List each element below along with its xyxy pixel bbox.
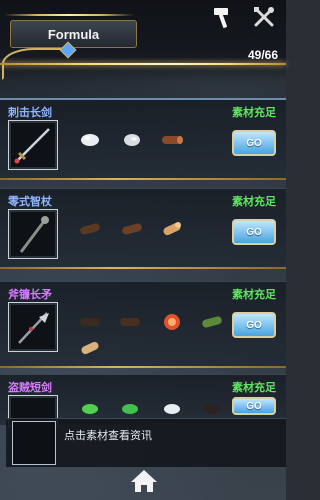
gold-ornament-divider [0, 63, 286, 65]
recipe-name: 零式智杖 [8, 195, 52, 208]
recipe-row[interactable]: 零式智杖 素材充足 GO [0, 188, 286, 269]
go-button[interactable]: GO [232, 397, 276, 415]
recipe-row[interactable]: 斧镰长矛 素材充足 GO [0, 281, 286, 368]
selected-material-slot[interactable] [12, 421, 56, 465]
material-status: 素材充足 [232, 106, 276, 119]
red-orb-icon[interactable] [160, 310, 184, 334]
go-button[interactable]: GO [232, 130, 276, 156]
white-ore-icon[interactable] [120, 128, 144, 152]
recipe-row[interactable]: 刺击长剑 素材充足 GO [0, 98, 286, 180]
wood-log-icon[interactable] [160, 128, 184, 152]
wood-log-icon[interactable] [160, 217, 184, 241]
dark-wood-icon[interactable] [78, 217, 102, 241]
page-title: Formula [10, 20, 137, 48]
row-divider [0, 267, 286, 269]
long-sword-icon[interactable] [8, 120, 58, 170]
dark-wood-icon[interactable] [120, 217, 144, 241]
recipe-counter: 49/66 [247, 48, 278, 62]
material-status: 素材充足 [232, 288, 276, 301]
wand-icon[interactable] [8, 209, 58, 259]
gold-ornament-top [4, 14, 134, 16]
home-icon[interactable] [127, 466, 161, 496]
material-status: 素材充足 [232, 195, 276, 208]
recipe-name: 斧镰长矛 [8, 288, 52, 301]
recipe-name: 盗贼短剑 [8, 381, 52, 394]
go-button[interactable]: GO [232, 312, 276, 338]
hammer-icon[interactable] [208, 2, 240, 32]
go-button[interactable]: GO [232, 219, 276, 245]
halberd-icon[interactable] [8, 302, 58, 352]
wood-log-icon[interactable] [78, 336, 102, 360]
white-ore-icon[interactable] [78, 128, 102, 152]
tooltip-text: 点击素材查看资讯 [64, 429, 152, 442]
dark-wood-icon[interactable] [118, 310, 142, 334]
dark-wood-icon[interactable] [78, 310, 102, 334]
info-tooltip: 点击素材查看资讯 [6, 418, 286, 467]
recipe-name: 刺击长剑 [8, 106, 52, 119]
material-status: 素材充足 [232, 381, 276, 394]
green-gem-icon[interactable] [200, 310, 224, 334]
row-divider [0, 366, 286, 368]
crossed-tools-icon[interactable] [248, 2, 280, 32]
row-divider [0, 178, 286, 180]
header: Formula 49/66 [0, 0, 286, 82]
